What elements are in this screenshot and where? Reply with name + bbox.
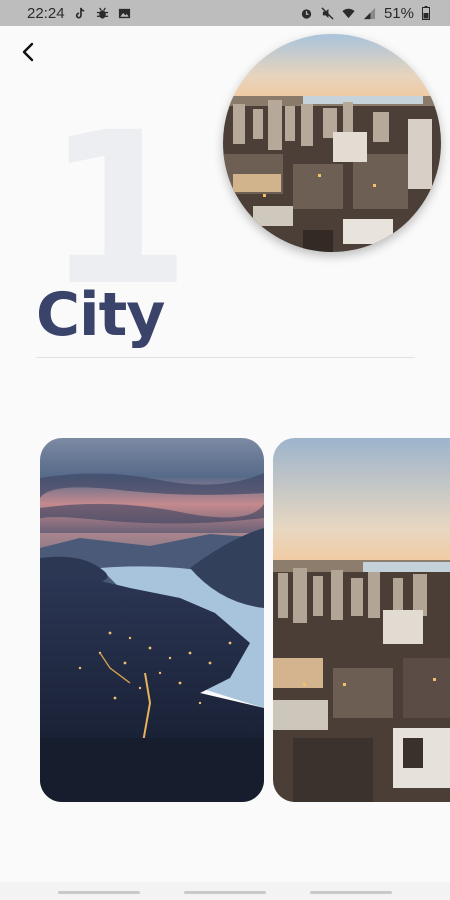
battery-icon: [422, 6, 430, 20]
image-icon: [118, 8, 130, 18]
bug-icon: [96, 7, 108, 19]
city-thumbnail-image[interactable]: [223, 34, 441, 252]
nav-handle-center[interactable]: [184, 891, 266, 894]
battery-text: 51%: [383, 4, 414, 22]
nav-handle-left[interactable]: [58, 891, 140, 894]
wifi-icon: [342, 8, 355, 18]
mute-icon: [321, 6, 334, 20]
status-bar: 22:24 51%: [0, 0, 450, 26]
alarm-icon: [301, 8, 312, 19]
status-time: 22:24: [27, 4, 65, 22]
city-aerial-card[interactable]: [273, 438, 450, 802]
tiktok-icon: [75, 7, 84, 18]
screen: 22:24 51% 1 City: [0, 0, 450, 900]
back-button[interactable]: [12, 36, 44, 68]
nav-handle-right[interactable]: [310, 891, 392, 894]
lake-night-card[interactable]: [40, 438, 264, 802]
divider: [36, 357, 415, 358]
signal-icon: [363, 7, 376, 19]
page-title: City: [36, 280, 165, 350]
chevron-left-icon: [22, 42, 34, 62]
